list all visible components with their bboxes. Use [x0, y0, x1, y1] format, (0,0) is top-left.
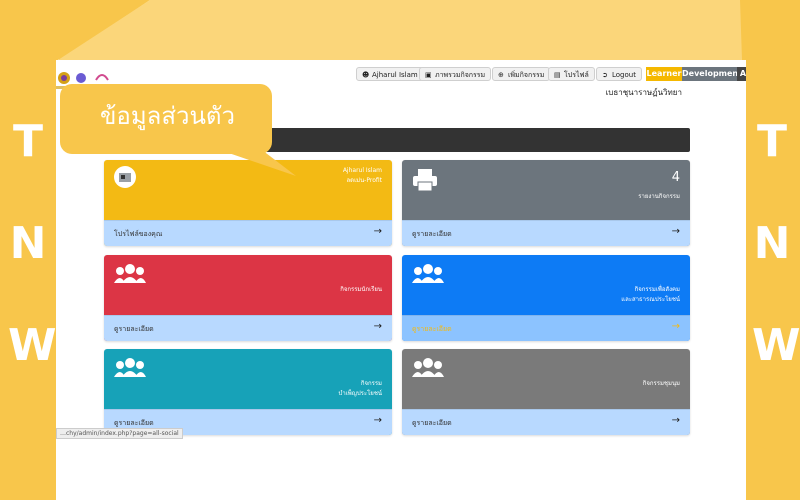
- profile-subtitle: ลดเม่น-Profit: [346, 176, 383, 184]
- profile-label: โปรไฟล์: [564, 71, 589, 79]
- card-top: กิจกรรมชุมนุม: [402, 349, 690, 407]
- arrow-right-icon[interactable]: →: [374, 321, 382, 332]
- card-footer[interactable]: ดูรายละเอียด →: [104, 315, 392, 341]
- logout-icon: ➲: [602, 71, 608, 79]
- card-footer-link[interactable]: ดูรายละเอียด: [412, 418, 452, 429]
- arrow-right-icon[interactable]: →: [672, 415, 680, 426]
- user-icon: ☻: [362, 71, 370, 79]
- card-footer-link[interactable]: ดูรายละเอียด: [114, 324, 154, 335]
- card-footer[interactable]: ดูรายละเอียด →: [402, 409, 690, 435]
- card-footer-link[interactable]: ดูรายละเอียด: [412, 229, 452, 240]
- profile-name: Ajharul Islam: [342, 167, 382, 174]
- card-footer-link[interactable]: โปรไฟล์ของคุณ: [114, 229, 162, 240]
- report-label: รายงานกิจกรรม: [638, 193, 680, 200]
- arrow-right-icon[interactable]: →: [672, 321, 680, 332]
- club-label: กิจกรรมนักเรียน: [340, 286, 382, 293]
- add-activity-label: เพิ่มกิจกรรม: [508, 71, 545, 79]
- card-footer[interactable]: ดูรายละเอียด →: [402, 220, 690, 246]
- profile-card: Ajharul Islam ลดเม่น-Profit โปรไฟล์ของคุ…: [104, 160, 392, 246]
- public-label-2: บำเพ็ญประโยชน์: [338, 389, 382, 397]
- logout-button[interactable]: ➲ Logout: [596, 67, 642, 81]
- scout-card: กิจกรรมชุมนุม ดูรายละเอียด →: [402, 349, 690, 435]
- side-letter: W: [752, 320, 800, 371]
- id-card-icon: ▤: [554, 71, 561, 79]
- side-letters-right: T N W: [752, 116, 800, 371]
- card-text: กิจกรรมเพื่อสังคม และสาธารณประโยชน์: [621, 285, 680, 304]
- card-top: 4 รายงานกิจกรรม: [402, 160, 690, 218]
- card-top: กิจกรรมเพื่อสังคม และสาธารณประโยชน์: [402, 255, 690, 313]
- card-top: กิจกรรมนักเรียน: [104, 255, 392, 313]
- club-card: กิจกรรมนักเรียน ดูรายละเอียด →: [104, 255, 392, 341]
- arrow-right-icon[interactable]: →: [374, 226, 382, 237]
- social-label-2: และสาธารณประโยชน์: [621, 295, 680, 303]
- avatar: [114, 166, 136, 188]
- image-icon: ▣: [425, 71, 432, 79]
- card-footer[interactable]: ดูรายละเอียด →: [402, 315, 690, 341]
- side-letter: W: [8, 320, 57, 371]
- callout-text: ข้อมูลส่วนตัว: [100, 102, 235, 130]
- users-icon: [412, 358, 444, 377]
- card-text: Ajharul Islam ลดเม่น-Profit: [343, 166, 382, 185]
- card-top: กิจกรรม บำเพ็ญประโยชน์: [104, 349, 392, 407]
- users-icon: [114, 358, 146, 377]
- side-letter: T: [12, 116, 43, 167]
- tab-learner[interactable]: Learner: [646, 67, 682, 81]
- add-activity-button[interactable]: ⊕ เพิ่มกิจกรรม: [492, 67, 551, 81]
- card-footer[interactable]: โปรไฟล์ของคุณ →: [104, 220, 392, 246]
- arrow-right-icon[interactable]: →: [374, 415, 382, 426]
- logout-label: Logout: [612, 71, 636, 79]
- users-icon: [412, 264, 444, 283]
- plus-circle-icon: ⊕: [498, 71, 504, 79]
- card-text: กิจกรรม บำเพ็ญประโยชน์: [339, 379, 382, 398]
- school-name: เบธาชุนาราษฏ์นวิทยา: [605, 88, 682, 97]
- side-letter: N: [9, 218, 47, 269]
- printer-icon: [413, 169, 437, 192]
- card-footer-link[interactable]: ดูรายละเอียด: [412, 324, 452, 335]
- tab-development[interactable]: Development: [682, 67, 742, 81]
- side-letters-left: T N W: [8, 116, 57, 371]
- social-label-1: กิจกรรมเพื่อสังคม: [634, 286, 680, 293]
- users-icon: [114, 264, 146, 283]
- tab-a[interactable]: A: [737, 67, 746, 81]
- social-card: กิจกรรมเพื่อสังคม และสาธารณประโยชน์ ดูรา…: [402, 255, 690, 341]
- user-button-label: Ajharul Islam: [372, 71, 418, 79]
- arrow-right-icon[interactable]: →: [672, 226, 680, 237]
- public-label-1: กิจกรรม: [360, 380, 382, 387]
- report-count: 4: [671, 170, 680, 185]
- profile-button[interactable]: ▤ โปรไฟล์: [548, 67, 595, 81]
- report-card: 4 รายงานกิจกรรม ดูรายละเอียด →: [402, 160, 690, 246]
- activity-overview-button[interactable]: ▣ ภาพรวมกิจกรรม: [419, 67, 492, 81]
- activity-overview-label: ภาพรวมกิจกรรม: [435, 71, 486, 79]
- public-card: กิจกรรม บำเพ็ญประโยชน์ ดูรายละเอียด →: [104, 349, 392, 435]
- side-letter: N: [753, 218, 791, 269]
- side-letter: T: [756, 116, 787, 167]
- card-top: Ajharul Islam ลดเม่น-Profit: [104, 160, 392, 218]
- status-bar-url: …chy/admin/index.php?page=all-social: [56, 428, 183, 439]
- user-button[interactable]: ☻ Ajharul Islam: [356, 67, 424, 81]
- scout-label: กิจกรรมชุมนุม: [642, 380, 680, 387]
